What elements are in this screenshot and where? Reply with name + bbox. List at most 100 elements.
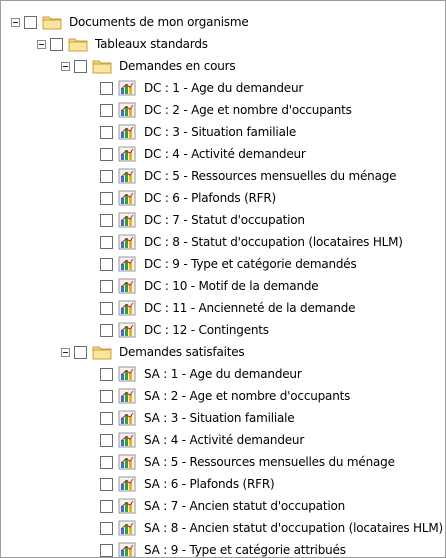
report-label: DC : 4 - Activité demandeur (144, 147, 306, 161)
chart-report-icon (118, 432, 136, 448)
report-label: DC : 9 - Type et catégorie demandés (144, 257, 357, 271)
folder-checkbox[interactable] (74, 345, 87, 359)
report-checkbox[interactable] (100, 323, 113, 337)
folder-label: Demandes en cours (119, 59, 236, 73)
chart-report-icon (118, 146, 136, 162)
report-checkbox[interactable] (100, 103, 113, 117)
folder-label: Documents de mon organisme (69, 15, 249, 29)
report-label: DC : 12 - Contingents (144, 323, 269, 337)
chart-report-icon (118, 300, 136, 316)
tree-item-dc[interactable]: DC : 5 - Ressources mensuelles du ménage (100, 165, 397, 187)
folder-icon (92, 344, 112, 360)
report-label: DC : 8 - Statut d'occupation (locataires… (144, 235, 403, 249)
tree-item-dc[interactable]: DC : 11 - Ancienneté de la demande (100, 297, 356, 319)
folder-icon (68, 36, 88, 52)
chart-report-icon (118, 454, 136, 470)
tree-item-dc[interactable]: DC : 9 - Type et catégorie demandés (100, 253, 357, 275)
tree-item-dc[interactable]: DC : 6 - Plafonds (RFR) (100, 187, 276, 209)
chart-report-icon (118, 256, 136, 272)
tree-item-dc[interactable]: DC : 8 - Statut d'occupation (locataires… (100, 231, 403, 253)
tree-item-sa[interactable]: SA : 3 - Situation familiale (100, 407, 295, 429)
report-checkbox[interactable] (100, 499, 113, 513)
chart-report-icon (118, 124, 136, 140)
folder-checkbox[interactable] (24, 15, 37, 29)
report-checkbox[interactable] (100, 411, 113, 425)
tree-node-root[interactable]: Documents de mon organisme (11, 11, 249, 33)
report-label: DC : 6 - Plafonds (RFR) (144, 191, 277, 205)
collapse-minus-icon[interactable] (11, 17, 20, 27)
tree-node-standard[interactable]: Tableaux standards (37, 33, 208, 55)
report-label: DC : 10 - Motif de la demande (144, 279, 319, 293)
chart-report-icon (118, 168, 136, 184)
folder-icon (42, 14, 62, 30)
report-label: SA : 6 - Plafonds (RFR) (144, 477, 275, 491)
tree-item-sa[interactable]: SA : 6 - Plafonds (RFR) (100, 473, 275, 495)
report-checkbox[interactable] (100, 543, 113, 557)
tree-item-sa[interactable]: SA : 1 - Age du demandeur (100, 363, 302, 385)
report-checkbox[interactable] (100, 125, 113, 139)
chart-report-icon (118, 520, 136, 536)
report-checkbox[interactable] (100, 169, 113, 183)
chart-report-icon (118, 476, 136, 492)
tree-item-dc[interactable]: DC : 2 - Age et nombre d'occupants (100, 99, 352, 121)
report-label: SA : 5 - Ressources mensuelles du ménage (144, 455, 395, 469)
report-checkbox[interactable] (100, 433, 113, 447)
collapse-minus-icon[interactable] (37, 39, 46, 49)
collapse-minus-icon[interactable] (61, 347, 70, 357)
folder-label: Tableaux standards (95, 37, 208, 51)
report-checkbox[interactable] (100, 521, 113, 535)
chart-report-icon (118, 234, 136, 250)
report-checkbox[interactable] (100, 147, 113, 161)
tree-item-dc[interactable]: DC : 12 - Contingents (100, 319, 269, 341)
report-checkbox[interactable] (100, 213, 113, 227)
tree-node-dc-group[interactable]: Demandes en cours (61, 55, 236, 77)
tree-item-sa[interactable]: SA : 7 - Ancien statut d'occupation (100, 495, 345, 517)
chart-report-icon (118, 410, 136, 426)
tree-item-sa[interactable]: SA : 8 - Ancien statut d'occupation (loc… (100, 517, 443, 539)
report-label: DC : 5 - Ressources mensuelles du ménage (144, 169, 397, 183)
tree-item-dc[interactable]: DC : 3 - Situation familiale (100, 121, 296, 143)
collapse-minus-icon[interactable] (61, 61, 70, 71)
report-checkbox[interactable] (100, 257, 113, 271)
chart-report-icon (118, 278, 136, 294)
report-label: SA : 4 - Activité demandeur (144, 433, 305, 447)
report-checkbox[interactable] (100, 235, 113, 249)
chart-report-icon (118, 80, 136, 96)
chart-report-icon (118, 212, 136, 228)
chart-report-icon (118, 190, 136, 206)
chart-report-icon (118, 388, 136, 404)
report-checkbox[interactable] (100, 455, 113, 469)
report-checkbox[interactable] (100, 81, 113, 95)
folder-checkbox[interactable] (74, 59, 87, 73)
folder-icon (92, 58, 112, 74)
report-label: SA : 9 - Type et catégorie attribués (144, 543, 346, 557)
report-label: SA : 1 - Age du demandeur (144, 367, 302, 381)
tree-item-dc[interactable]: DC : 10 - Motif de la demande (100, 275, 319, 297)
folder-checkbox[interactable] (50, 37, 63, 51)
report-checkbox[interactable] (100, 477, 113, 491)
document-tree-panel: Documents de mon organisme Tableaux stan… (0, 0, 446, 558)
report-checkbox[interactable] (100, 389, 113, 403)
report-label: DC : 11 - Ancienneté de la demande (144, 301, 356, 315)
report-checkbox[interactable] (100, 279, 113, 293)
tree-node-sa-group[interactable]: Demandes satisfaites (61, 341, 245, 363)
tree-item-sa[interactable]: SA : 9 - Type et catégorie attribués (100, 539, 346, 557)
report-checkbox[interactable] (100, 367, 113, 381)
report-checkbox[interactable] (100, 191, 113, 205)
chart-report-icon (118, 498, 136, 514)
tree-item-dc[interactable]: DC : 1 - Age du demandeur (100, 77, 303, 99)
report-label: SA : 8 - Ancien statut d'occupation (loc… (144, 521, 443, 535)
report-label: DC : 1 - Age du demandeur (144, 81, 304, 95)
folder-label: Demandes satisfaites (119, 345, 245, 359)
tree-item-sa[interactable]: SA : 5 - Ressources mensuelles du ménage (100, 451, 395, 473)
chart-report-icon (118, 366, 136, 382)
tree-item-sa[interactable]: SA : 4 - Activité demandeur (100, 429, 304, 451)
report-checkbox[interactable] (100, 301, 113, 315)
chart-report-icon (118, 102, 136, 118)
tree-item-sa[interactable]: SA : 2 - Age et nombre d'occupants (100, 385, 350, 407)
tree-item-dc[interactable]: DC : 4 - Activité demandeur (100, 143, 306, 165)
tree-item-dc[interactable]: DC : 7 - Statut d'occupation (100, 209, 305, 231)
report-label: DC : 3 - Situation familiale (144, 125, 297, 139)
report-label: DC : 2 - Age et nombre d'occupants (144, 103, 352, 117)
report-label: DC : 7 - Statut d'occupation (144, 213, 305, 227)
